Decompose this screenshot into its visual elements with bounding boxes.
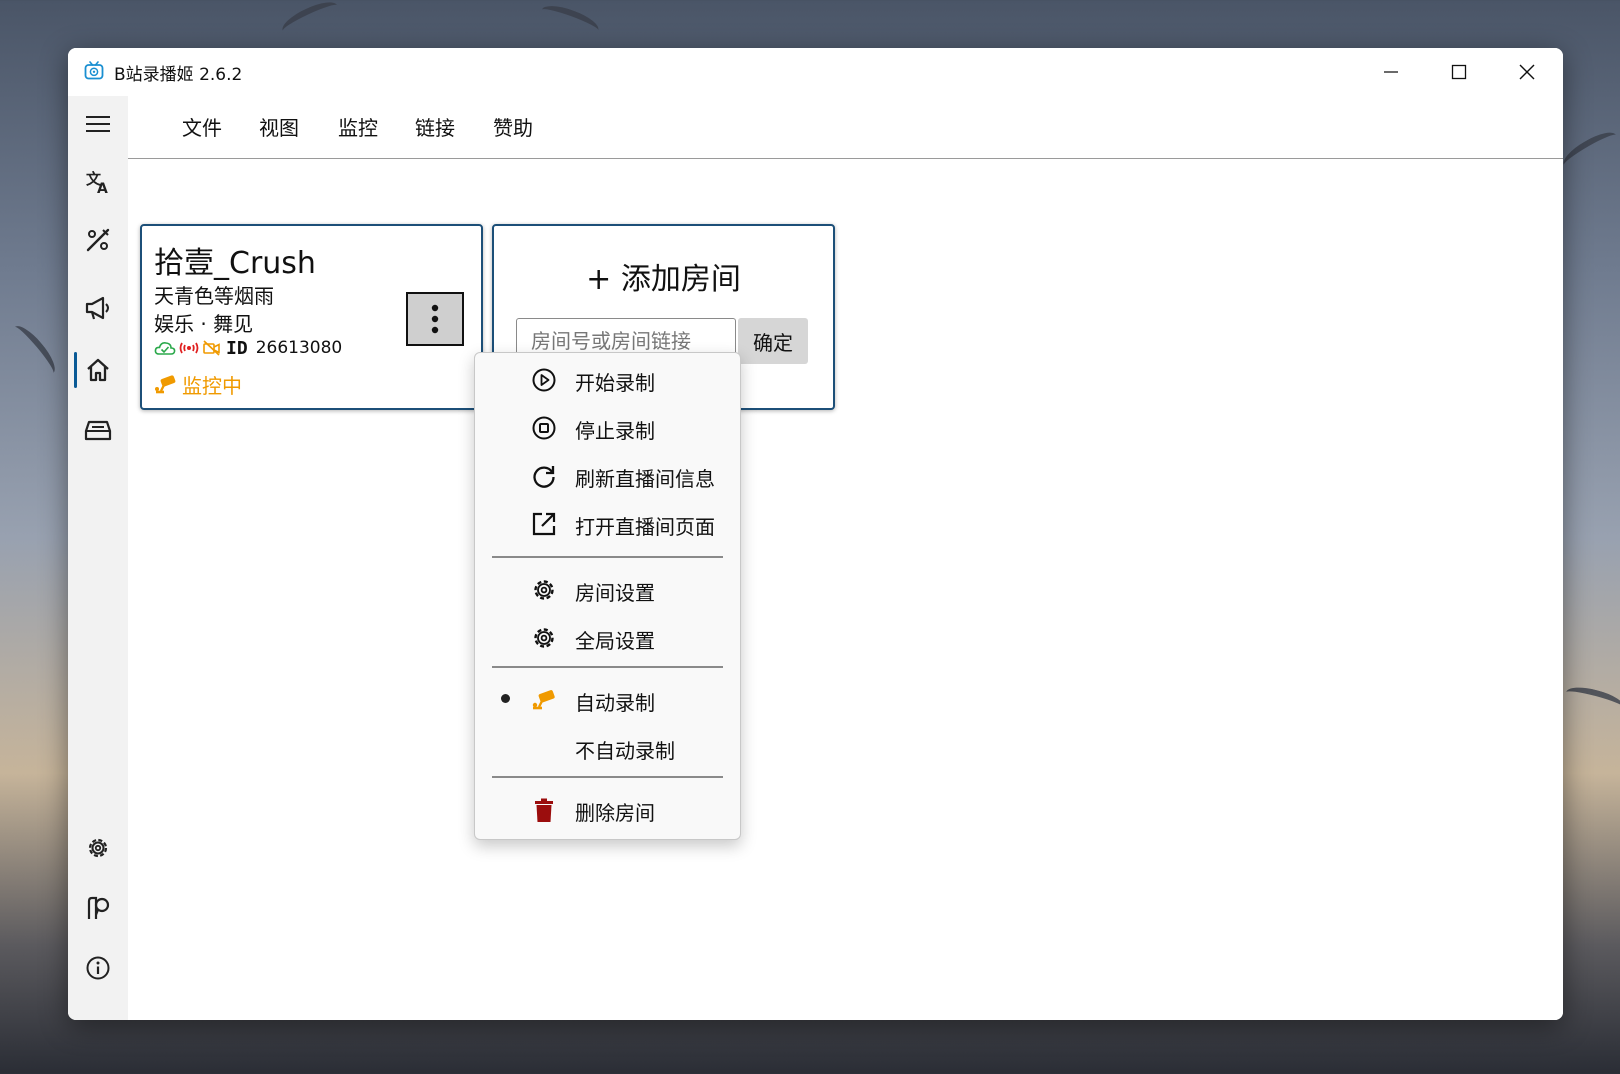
announcement-icon xyxy=(85,296,109,320)
close-icon xyxy=(1519,64,1535,80)
menu-sponsor[interactable]: 赞助 xyxy=(493,112,533,141)
confirm-button[interactable]: 确定 xyxy=(738,318,808,364)
room-more-button[interactable] xyxy=(406,292,464,346)
background-bird xyxy=(1563,682,1620,718)
gear-icon xyxy=(534,628,554,648)
room-id: 26613080 xyxy=(255,338,343,358)
menu-item-label: 打开直播间页面 xyxy=(575,515,715,539)
status-row: ID 26613080 xyxy=(154,337,343,359)
log-panel-button[interactable] xyxy=(76,408,120,452)
monitor-status: 监控中 xyxy=(154,370,242,399)
navigation-sidebar: 文 A xyxy=(68,96,128,1020)
menu-item-label: 刷新直播间信息 xyxy=(575,467,715,491)
menu-bar: 文件 视图 监控 链接 赞助 xyxy=(128,96,1563,159)
streamer-name: 拾壹_Crush xyxy=(154,246,316,281)
info-icon xyxy=(86,956,110,980)
selected-radio-dot xyxy=(501,694,510,703)
app-window: B站录播姬 2.6.2 文 A 文件 视图 监控 链接 赞助 拾壹_Crush … xyxy=(68,48,1563,1020)
menu-no-auto-record[interactable]: 不自动录制 xyxy=(475,725,740,769)
window-title: B站录播姬 2.6.2 xyxy=(114,65,243,85)
menu-file[interactable]: 文件 xyxy=(182,112,222,141)
play-circle-icon xyxy=(532,368,556,392)
close-button[interactable] xyxy=(1493,48,1561,96)
monitor-status-text: 监控中 xyxy=(182,374,242,398)
menu-auto-record[interactable]: 自动录制 xyxy=(475,677,740,721)
toolbox-button[interactable] xyxy=(76,218,120,262)
menu-item-label: 全局设置 xyxy=(575,629,655,653)
title-bar: B站录播姬 2.6.2 xyxy=(68,48,1563,96)
menu-links[interactable]: 链接 xyxy=(415,112,455,141)
main-content: 文件 视图 监控 链接 赞助 拾壹_Crush 天青色等烟雨 娱乐 · 舞见 I… xyxy=(128,96,1563,1020)
room-card[interactable]: 拾壹_Crush 天青色等烟雨 娱乐 · 舞见 ID 26613080 监控中 xyxy=(140,224,483,410)
language-button[interactable]: 文 A xyxy=(76,160,120,204)
app-tv-icon xyxy=(84,61,104,80)
menu-separator xyxy=(492,556,723,558)
camera-icon xyxy=(532,690,555,710)
menu-item-label: 自动录制 xyxy=(575,691,655,715)
gear-icon xyxy=(88,838,108,858)
menu-separator xyxy=(492,666,723,668)
stream-title: 天青色等烟雨 xyxy=(154,284,274,308)
home-icon xyxy=(87,358,109,382)
background-bird xyxy=(7,320,61,380)
feedback-button[interactable] xyxy=(76,886,120,930)
menu-item-label: 不自动录制 xyxy=(575,739,675,763)
background-bird xyxy=(1559,126,1620,174)
menu-start-recording[interactable]: 开始录制 xyxy=(475,357,740,401)
tray-icon xyxy=(84,420,112,441)
minimize-button[interactable] xyxy=(1357,48,1425,96)
stream-area: 娱乐 · 舞见 xyxy=(154,312,254,336)
refresh-icon xyxy=(533,466,555,488)
menu-item-label: 开始录制 xyxy=(575,371,655,395)
recording-off-icon xyxy=(203,340,220,356)
room-context-menu: 开始录制 停止录制 刷新直播间信息 打开直播间页面 房间设置 全局设置 自动录制… xyxy=(474,352,741,840)
menu-global-settings[interactable]: 全局设置 xyxy=(475,615,740,659)
menu-open-live-page[interactable]: 打开直播间页面 xyxy=(475,501,740,545)
announcement-button[interactable] xyxy=(76,286,120,330)
room-id-label: ID xyxy=(226,337,248,359)
menu-item-label: 删除房间 xyxy=(575,801,655,825)
stop-circle-icon xyxy=(532,416,556,440)
open-external-icon xyxy=(532,512,556,536)
maximize-button[interactable] xyxy=(1425,48,1493,96)
menu-item-label: 停止录制 xyxy=(575,419,655,443)
background-bird xyxy=(278,0,342,40)
more-vertical-icon xyxy=(431,304,439,334)
menu-icon xyxy=(86,116,110,132)
menu-room-settings[interactable]: 房间设置 xyxy=(475,567,740,611)
translate-icon: 文 A xyxy=(86,170,108,195)
add-room-title: + 添加房间 xyxy=(586,262,741,297)
svg-text:A: A xyxy=(97,181,108,195)
menu-separator xyxy=(492,776,723,778)
menu-monitor[interactable]: 监控 xyxy=(338,112,378,141)
maximize-icon xyxy=(1451,64,1467,80)
menu-view[interactable]: 视图 xyxy=(259,112,299,141)
menu-item-label: 房间设置 xyxy=(575,581,655,605)
minimize-icon xyxy=(1384,71,1398,73)
menu-refresh-info[interactable]: 刷新直播间信息 xyxy=(475,453,740,497)
menu-delete-room[interactable]: 删除房间 xyxy=(475,787,740,831)
live-broadcast-icon xyxy=(179,342,199,354)
hamburger-menu-button[interactable] xyxy=(76,102,120,146)
feedback-icon xyxy=(87,896,110,919)
camera-icon xyxy=(155,374,176,393)
about-button[interactable] xyxy=(76,946,120,990)
toolbox-icon xyxy=(86,228,110,252)
menu-stop-recording[interactable]: 停止录制 xyxy=(475,405,740,449)
background-bird xyxy=(538,0,602,40)
settings-button[interactable] xyxy=(76,826,120,870)
cloud-connected-icon xyxy=(154,342,176,355)
gear-icon xyxy=(534,580,554,600)
home-button[interactable] xyxy=(76,348,120,392)
trash-icon xyxy=(535,798,553,822)
